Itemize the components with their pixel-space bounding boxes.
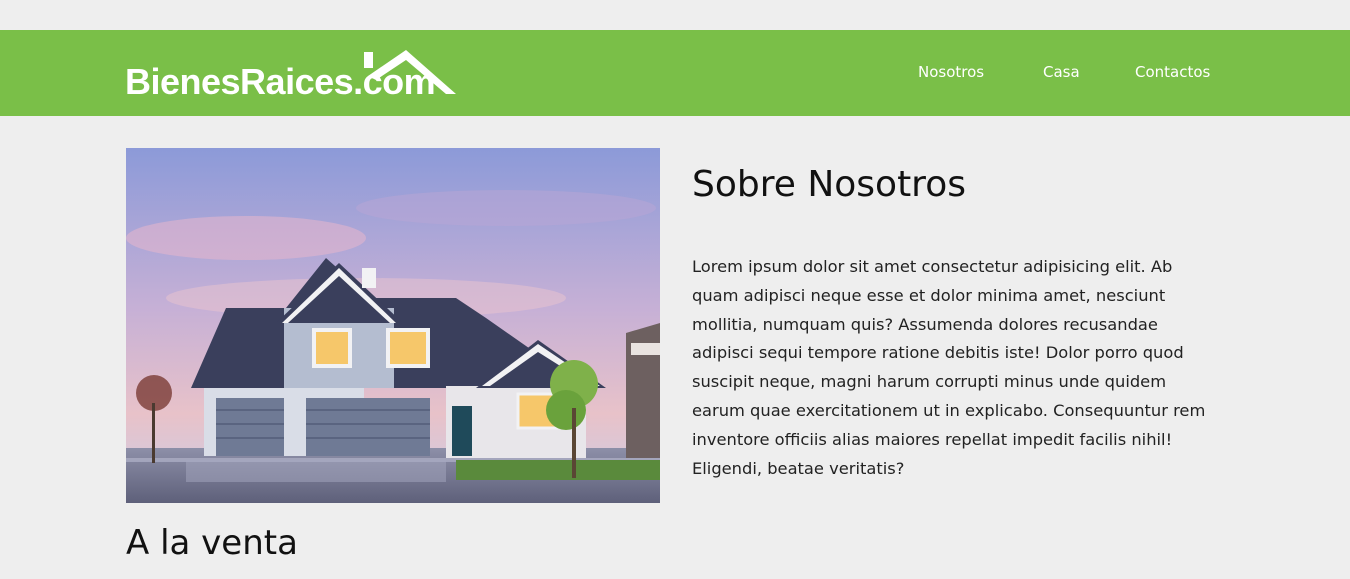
nav-link-nosotros[interactable]: Nosotros [918,63,984,81]
main-nav: Nosotros Casa Contactos [0,63,1350,83]
about-title: Sobre Nosotros [692,164,966,205]
nav-link-contactos[interactable]: Contactos [1135,63,1210,81]
about-paragraph: Lorem ipsum dolor sit amet consectetur a… [692,257,1206,478]
sale-section-title: A la venta [126,523,298,563]
house-illustration [126,148,660,503]
nav-link-casa[interactable]: Casa [1043,63,1080,81]
site-header: BienesRaices.com Nosotros Casa Contactos [0,30,1350,116]
house-photo [126,148,660,503]
